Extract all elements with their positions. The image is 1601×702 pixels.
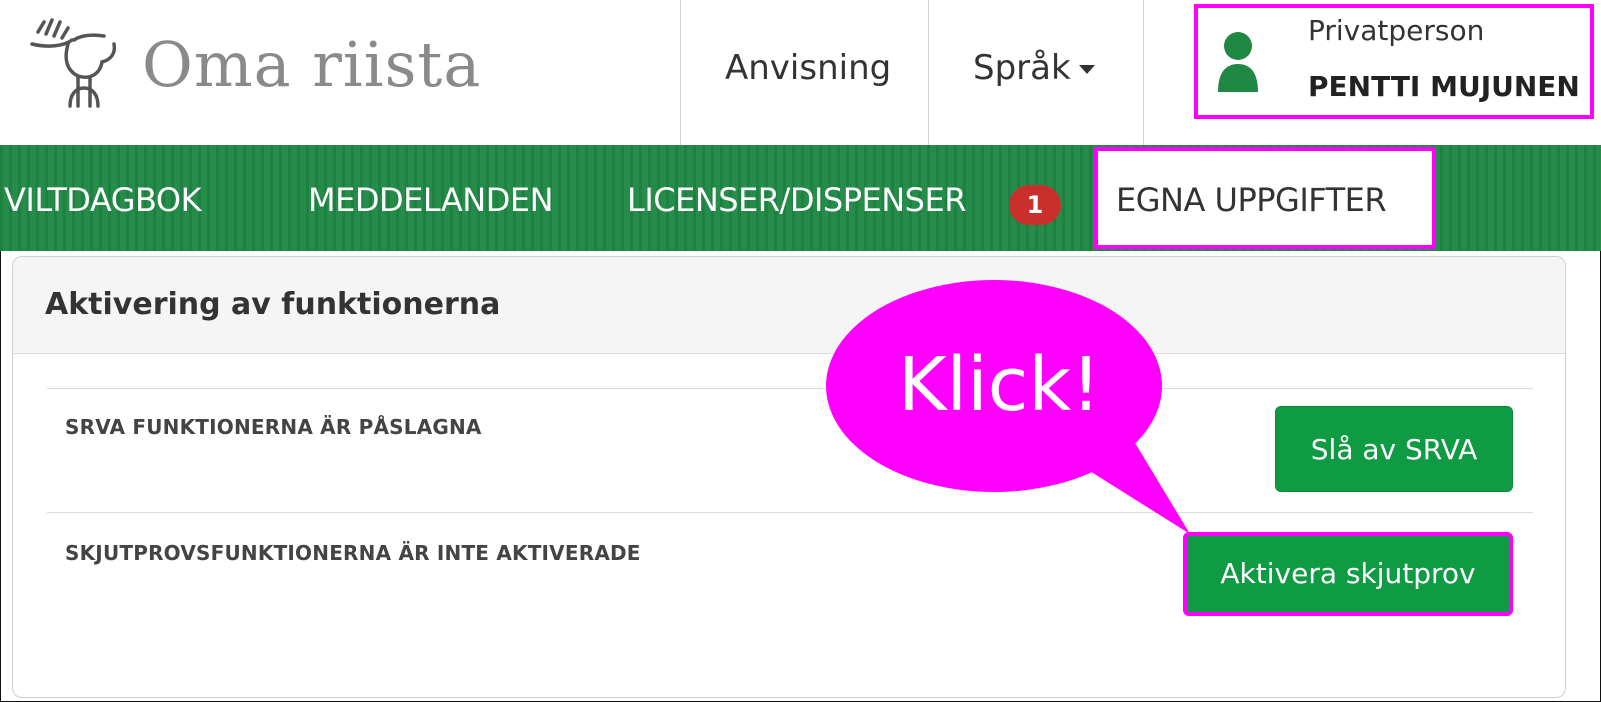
user-menu[interactable]: Privatperson PENTTI MUJUNEN: [1194, 4, 1594, 119]
nav-item-egna-uppgifter[interactable]: EGNA UPPGIFTER: [1094, 147, 1436, 249]
row-divider: [47, 388, 1533, 389]
skjutprov-status-label: SKJUTPROVSFUNKTIONERNA ÄR INTE AKTIVERAD…: [65, 541, 641, 565]
caret-down-icon: [1078, 65, 1095, 74]
top-header: Oma riista Anvisning Språk Privatperson …: [0, 0, 1601, 145]
panel-title: Aktivering av funktionerna: [45, 287, 501, 322]
nav-item-meddelanden[interactable]: MEDDELANDEN: [308, 181, 554, 219]
callout-text: Klick!: [898, 342, 1101, 428]
nav-item-licenser[interactable]: LICENSER/DISPENSER: [627, 181, 966, 219]
user-icon: [1218, 32, 1258, 92]
activate-skjutprov-button[interactable]: Aktivera skjutprov: [1183, 532, 1513, 616]
nav-item-viltdagbok[interactable]: VILTDAGBOK: [4, 181, 202, 219]
notification-badge: 1: [1009, 185, 1061, 225]
brand-title[interactable]: Oma riista: [142, 34, 481, 96]
language-dropdown[interactable]: Språk: [973, 48, 1095, 88]
help-cell: Anvisning: [680, 0, 929, 145]
disable-srva-button[interactable]: Slå av SRVA: [1275, 406, 1513, 492]
language-label: Språk: [973, 48, 1071, 88]
nav-item-label: EGNA UPPGIFTER: [1116, 181, 1387, 219]
main-nav: VILTDAGBOK MEDDELANDEN LICENSER/DISPENSE…: [0, 145, 1601, 251]
row-divider: [47, 512, 1533, 513]
language-cell: Språk: [928, 0, 1144, 145]
user-name: PENTTI MUJUNEN: [1308, 70, 1580, 103]
user-role: Privatperson: [1308, 14, 1485, 47]
srva-status-label: SRVA FUNKTIONERNA ÄR PÅSLAGNA: [65, 415, 482, 439]
help-link[interactable]: Anvisning: [725, 48, 891, 88]
moose-logo-icon[interactable]: [18, 14, 128, 124]
panel-header: Aktivering av funktionerna: [13, 257, 1565, 354]
